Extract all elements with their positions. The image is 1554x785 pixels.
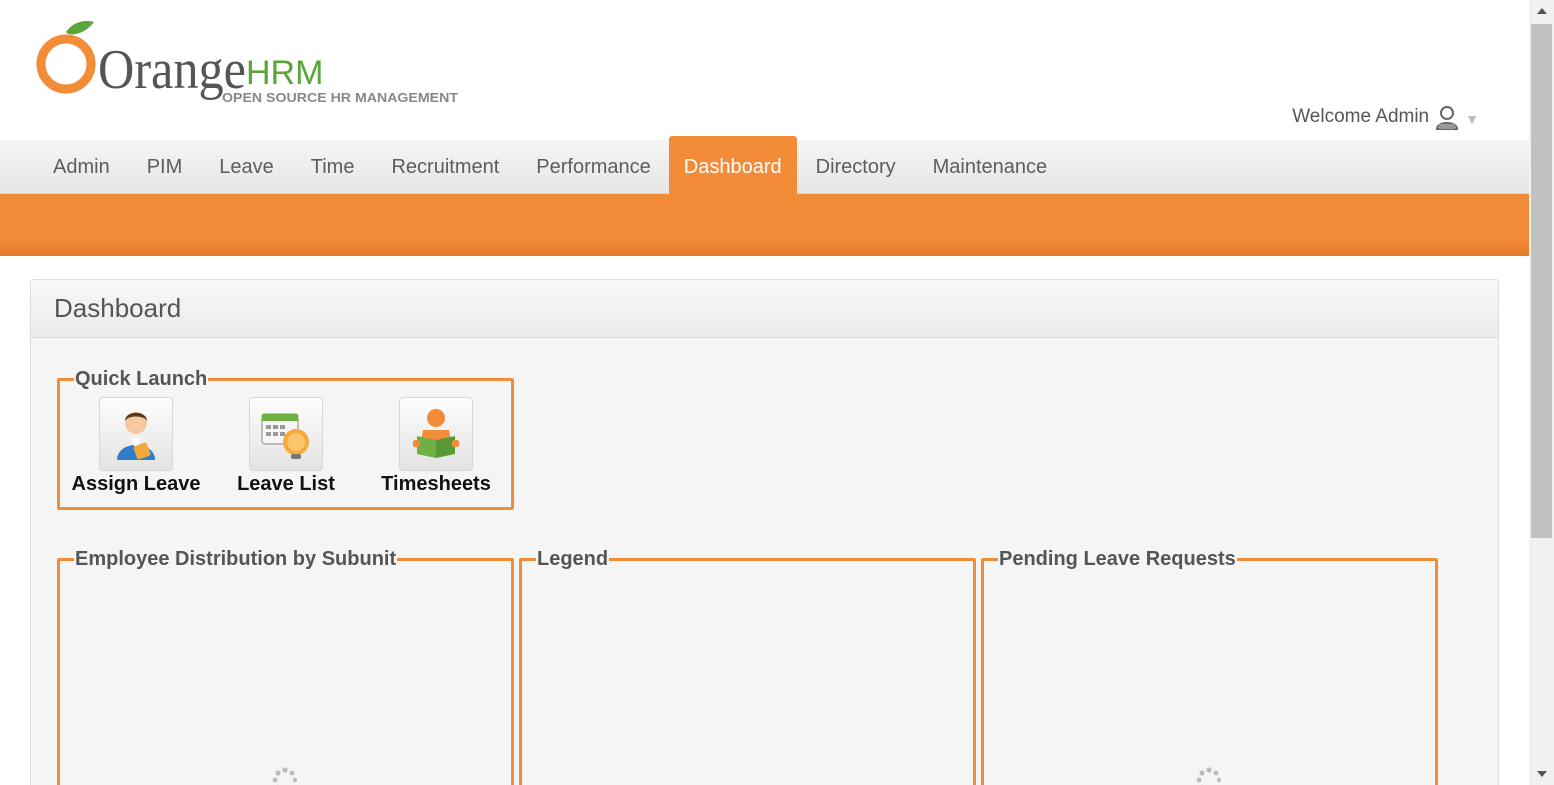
user-icon: [1435, 104, 1459, 130]
quick-launch-label: Timesheets: [381, 473, 491, 495]
welcome-text: Welcome Admin: [1292, 106, 1430, 127]
pending-leave-requests-widget: Pending Leave Requests: [981, 548, 1438, 785]
loading-spinner-icon: [1196, 767, 1222, 785]
quick-launch-title: Quick Launch: [75, 368, 208, 390]
page-title: Dashboard: [54, 293, 182, 323]
loading-spinner-icon: [272, 767, 298, 785]
menu-item-maintenance[interactable]: Maintenance: [914, 140, 1066, 194]
menu-item-pim[interactable]: PIM: [128, 140, 201, 194]
menu-item-directory[interactable]: Directory: [797, 140, 914, 194]
menu-item-dashboard[interactable]: Dashboard: [668, 136, 797, 194]
menu-item-admin[interactable]: Admin: [34, 140, 128, 194]
vertical-scrollbar[interactable]: [1529, 0, 1554, 785]
menu-item-time[interactable]: Time: [292, 140, 373, 194]
header: Orange HRM OPEN SOURCE HR MANAGEMENT Wel…: [0, 0, 1529, 140]
scrollbar-thumb[interactable]: [1531, 24, 1552, 538]
chevron-down-icon: ▼: [1465, 111, 1479, 127]
timesheets-icon: [399, 397, 473, 471]
quick-launch-timesheets[interactable]: Timesheets: [366, 397, 506, 496]
welcome-menu[interactable]: Welcome Admin ▼: [1292, 104, 1479, 130]
logo-tagline: OPEN SOURCE HR MANAGEMENT: [222, 90, 458, 105]
scroll-down-arrow-icon[interactable]: [1529, 763, 1554, 785]
orangehrm-logo[interactable]: Orange HRM OPEN SOURCE HR MANAGEMENT: [36, 18, 466, 113]
menu-item-leave[interactable]: Leave: [200, 140, 292, 194]
main-menu: Admin PIM Leave Time Recruitment Perform…: [0, 136, 1529, 194]
employee-distribution-widget: Employee Distribution by Subunit: [57, 548, 514, 785]
app-window: Orange HRM OPEN SOURCE HR MANAGEMENT Wel…: [0, 0, 1554, 785]
quick-launch-leave-list[interactable]: Leave List: [216, 397, 356, 496]
submenu-bar: [0, 194, 1529, 256]
quick-launch-box: Quick Launch Assign Leave Leave List Tim…: [57, 368, 514, 510]
assign-leave-icon: [99, 397, 173, 471]
dashboard-panel: Dashboard Quick Launch Assign Leave Leav…: [30, 279, 1499, 785]
quick-launch-label: Leave List: [237, 473, 335, 495]
leave-list-icon: [249, 397, 323, 471]
panel-header: Dashboard: [31, 280, 1498, 338]
scroll-up-arrow-icon[interactable]: [1529, 0, 1554, 22]
widget-title: Employee Distribution by Subunit: [75, 548, 397, 570]
widget-title: Pending Leave Requests: [999, 548, 1236, 570]
menu-item-performance[interactable]: Performance: [517, 140, 669, 194]
logo-hrm: HRM: [246, 54, 323, 92]
quick-launch-assign-leave[interactable]: Assign Leave: [66, 397, 206, 496]
quick-launch-label: Assign Leave: [71, 473, 201, 495]
legend-widget: Legend: [519, 548, 976, 785]
menu-item-recruitment[interactable]: Recruitment: [372, 140, 517, 194]
widget-title: Legend: [537, 548, 609, 570]
